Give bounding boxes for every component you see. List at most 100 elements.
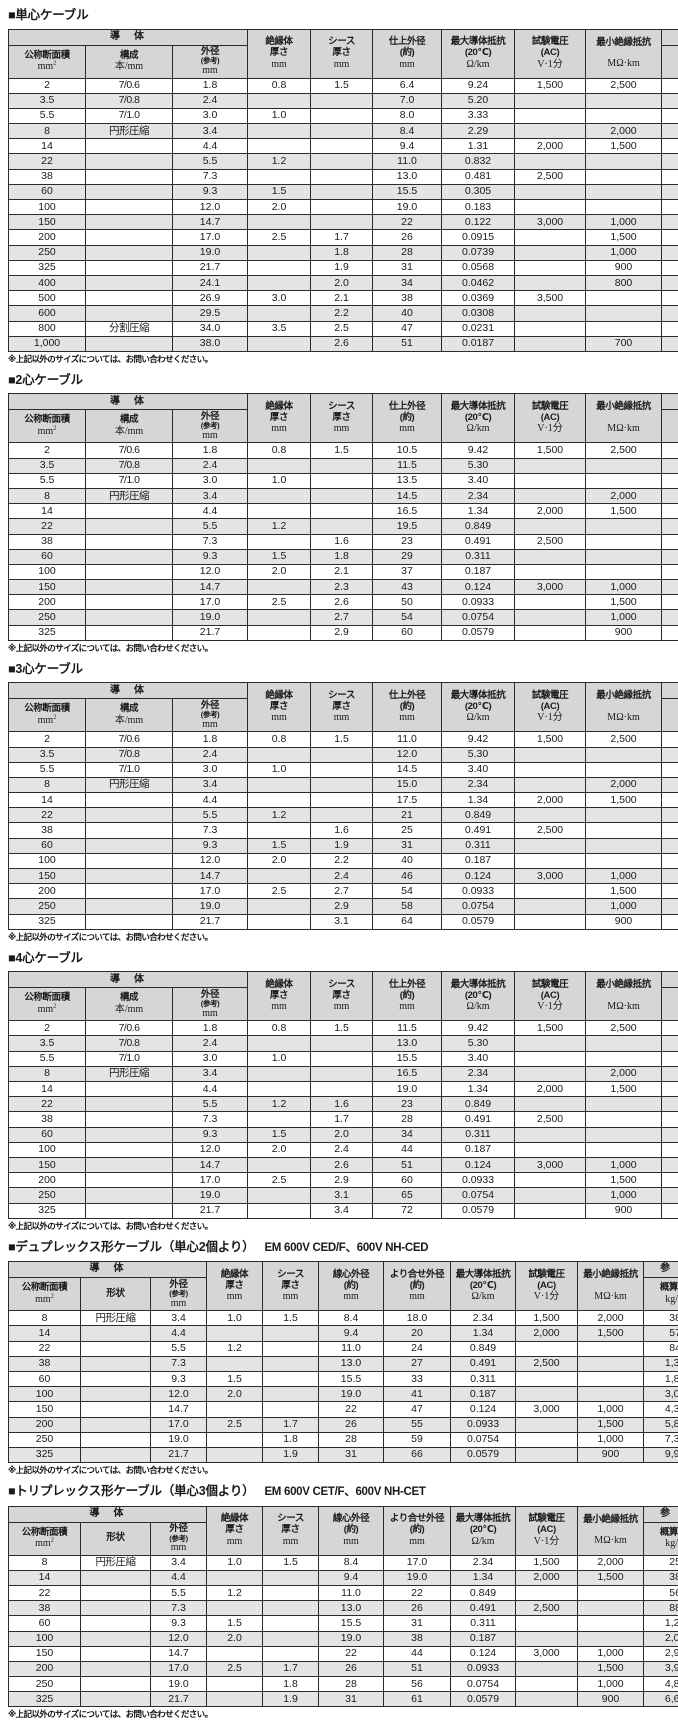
section-title: ■4心ケーブル	[4, 943, 674, 972]
cell-test-voltage: 3,000	[515, 1157, 586, 1172]
cell-test-voltage: 3,000	[515, 869, 586, 884]
header-test-voltage: 試験電圧(AC)V·1分	[515, 972, 586, 1021]
table-row: 60029.52.2400.03085,980	[9, 306, 678, 321]
table-row: 25019.03.1650.07541,00010,200	[9, 1188, 678, 1203]
cell-composition: 7/0.6	[86, 1021, 173, 1036]
cell-max-conductor-resistance: 0.0754	[451, 1677, 516, 1692]
cell-nominal-area: 325	[9, 625, 86, 640]
cell-insulation-thickness	[207, 1326, 263, 1341]
cell-min-insulation-resistance	[586, 321, 662, 336]
cell-outer-diameter: 14.7	[151, 1402, 207, 1417]
cell-approx-mass: 255	[662, 488, 678, 503]
cell-max-conductor-resistance: 2.34	[442, 488, 515, 503]
cell-test-voltage	[515, 321, 586, 336]
cell-insulation-thickness: 3.5	[248, 321, 311, 336]
cell-composition	[86, 823, 173, 838]
table-row: 8円形圧縮3.416.52.342,000435	[9, 1066, 678, 1081]
cell-sheath-thickness	[311, 169, 373, 184]
cell-test-voltage	[516, 1341, 578, 1356]
cell-outer-diameter: 21.7	[173, 914, 248, 929]
table-footnote: ※上記以外のサイズについては、お問い合わせください。	[4, 1219, 674, 1232]
cell-test-voltage	[515, 230, 586, 245]
header-group-conductor: 導 体	[9, 683, 248, 699]
cell-finish-outer-diameter: 9.4	[373, 139, 442, 154]
cell-insulation-thickness	[248, 1112, 311, 1127]
cell-approx-mass: 1,920	[662, 838, 678, 853]
cell-composition	[86, 1097, 173, 1112]
cell-min-insulation-resistance	[586, 762, 662, 777]
cell-test-voltage: 2,000	[515, 1082, 586, 1097]
cell-shape	[81, 1356, 151, 1371]
cell-min-insulation-resistance	[586, 853, 662, 868]
cell-insulation-thickness	[207, 1692, 263, 1707]
cell-sheath-thickness: 2.9	[311, 1173, 373, 1188]
cell-max-conductor-resistance: 0.0579	[442, 914, 515, 929]
spec-table: 導 体絶縁体厚さmmシース厚さmm線心外径(約)mmより合せ外径(約)mm最大導…	[8, 1261, 678, 1463]
cell-approx-mass: 160	[662, 1021, 678, 1036]
header-min-insulation-resistance: 最小絶縁抵抗MΩ·km	[586, 394, 662, 443]
cell-sheath-thickness: 2.9	[311, 899, 373, 914]
cell-outer-diameter: 3.4	[151, 1555, 207, 1570]
cell-approx-mass: 7,720	[662, 899, 678, 914]
cell-finish-outer-diameter: 37	[373, 564, 442, 579]
cell-outer-diameter: 1.8	[173, 732, 248, 747]
spec-table: 導 体絶縁体厚さmmシース厚さmm線心外径(約)mmより合せ外径(約)mm最大導…	[8, 1506, 678, 1708]
cell-insulation-thickness	[207, 1677, 263, 1692]
cell-min-insulation-resistance: 1,500	[578, 1570, 644, 1585]
cell-max-conductor-resistance: 0.124	[442, 1157, 515, 1172]
header-test-voltage: 試験電圧(AC)V·1分	[516, 1262, 578, 1311]
cell-approx-mass: 1,230	[644, 1616, 678, 1631]
cell-nominal-area: 2	[9, 732, 86, 747]
cell-test-voltage	[515, 610, 586, 625]
cell-min-insulation-resistance	[578, 1631, 644, 1646]
cell-min-insulation-resistance	[586, 747, 662, 762]
cell-min-insulation-resistance: 1,500	[586, 139, 662, 154]
cell-finish-outer-diameter: 43	[373, 580, 442, 595]
cell-sheath-thickness: 1.7	[311, 230, 373, 245]
header-sheath-thickness: シース厚さmm	[263, 1262, 319, 1311]
table-row: 25019.01.828590.07541,0007,300	[9, 1432, 678, 1447]
cell-nominal-area: 22	[9, 519, 86, 534]
cell-composition	[86, 534, 173, 549]
table-row: 5.57/1.03.01.015.53.40340	[9, 1051, 678, 1066]
cell-outer-diameter: 17.0	[173, 1173, 248, 1188]
header-approx-mass: 概算質量kg/km	[644, 1522, 678, 1555]
cell-outer-diameter: 2.4	[173, 93, 248, 108]
cell-max-conductor-resistance: 0.0369	[442, 291, 515, 306]
table-row: 387.313.0260.4912,500885	[9, 1601, 678, 1616]
cell-outer-diameter: 17.0	[173, 595, 248, 610]
cell-min-insulation-resistance: 900	[578, 1447, 644, 1462]
header-approx-mass: 概算質量kg/km	[662, 410, 678, 443]
header-shape: 形状	[81, 1522, 151, 1555]
cell-nominal-area: 38	[9, 169, 86, 184]
cell-test-voltage	[516, 1661, 578, 1676]
cell-test-voltage	[515, 853, 586, 868]
header-group-reference: 参 考	[662, 683, 678, 699]
table-row: 10012.02.019.0410.1873,010	[9, 1387, 678, 1402]
cell-max-conductor-resistance: 0.849	[442, 519, 515, 534]
cell-sheath-thickness: 1.9	[311, 260, 373, 275]
cell-composition	[86, 580, 173, 595]
cell-finish-outer-diameter: 13.0	[373, 1036, 442, 1051]
table-row: 225.51.2210.849800	[9, 808, 678, 823]
cell-sheath-thickness	[263, 1585, 319, 1600]
cell-composition	[86, 808, 173, 823]
cell-outer-diameter: 9.3	[173, 549, 248, 564]
cell-twist-outer-diameter: 22	[384, 1585, 451, 1600]
cell-sheath-thickness: 1.5	[263, 1311, 319, 1326]
header-approx-mass: 概算質量kg/km	[662, 699, 678, 732]
cell-finish-outer-diameter: 60	[373, 1173, 442, 1188]
cell-insulation-thickness	[248, 1082, 311, 1097]
cell-approx-mass: 570	[644, 1326, 678, 1341]
cell-approx-mass: 885	[644, 1601, 678, 1616]
table-row: 387.31.7280.4912,5001,710	[9, 1112, 678, 1127]
header-twist-outer-diameter: より合せ外径(約)mm	[384, 1262, 451, 1311]
cell-composition	[86, 519, 173, 534]
cell-nominal-area: 22	[9, 1097, 86, 1112]
cell-shape	[81, 1371, 151, 1386]
table-row: 20017.02.51.7260.09151,5001,960	[9, 230, 678, 245]
table-row: 225.51.211.0220.849560	[9, 1585, 678, 1600]
cell-sheath-thickness: 1.5	[263, 1555, 319, 1570]
table-row: 27/0.61.80.81.510.59.421,5002,500100	[9, 443, 678, 458]
cell-outer-diameter: 4.4	[151, 1326, 207, 1341]
